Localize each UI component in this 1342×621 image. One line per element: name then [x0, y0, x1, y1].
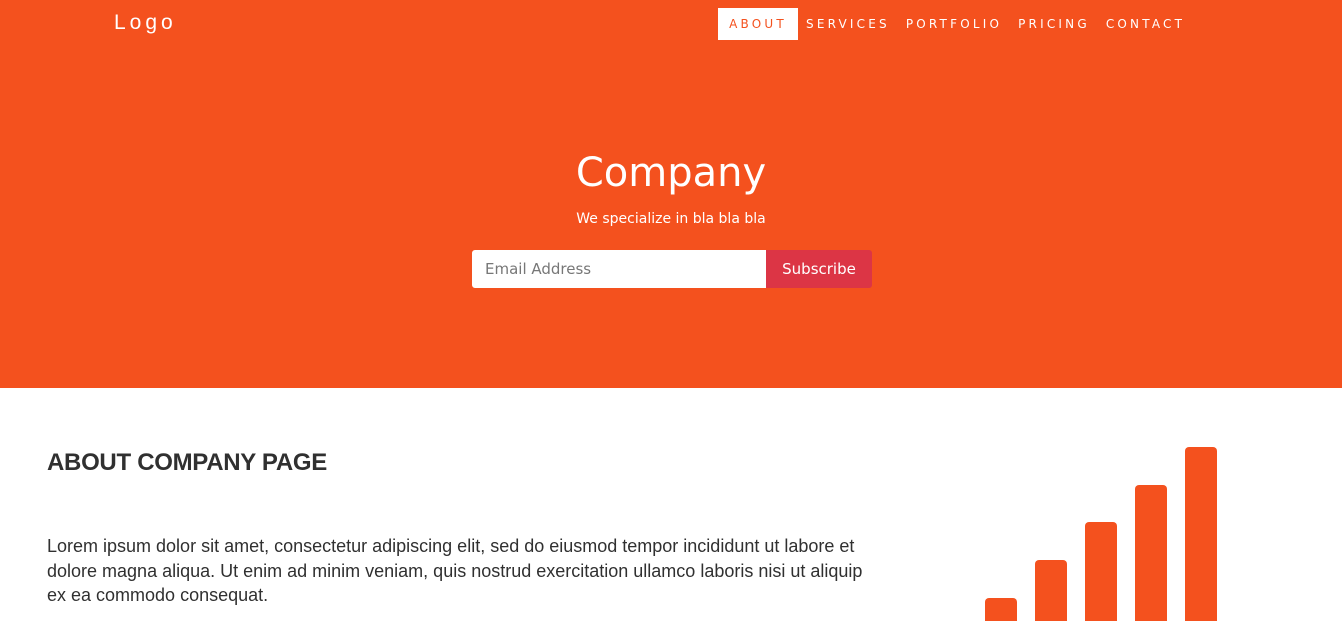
hero-banner: Logo ABOUT SERVICES PORTFOLIO PRICING CO… [0, 0, 1342, 388]
nav-pricing[interactable]: PRICING [1010, 8, 1098, 40]
email-input[interactable] [472, 250, 766, 288]
signal-bar-3 [1085, 522, 1117, 621]
signal-bar-2 [1035, 560, 1067, 621]
nav-portfolio[interactable]: PORTFOLIO [898, 8, 1010, 40]
subscribe-form: Subscribe [472, 250, 872, 288]
signal-bar-5 [1185, 447, 1217, 621]
main-nav: ABOUT SERVICES PORTFOLIO PRICING CONTACT [718, 8, 1193, 40]
signal-bar-4 [1135, 485, 1167, 621]
signal-bar-1 [985, 598, 1017, 621]
nav-services[interactable]: SERVICES [798, 8, 898, 40]
nav-contact[interactable]: CONTACT [1098, 8, 1193, 40]
subscribe-button[interactable]: Subscribe [766, 250, 872, 288]
hero-tagline: We specialize in bla bla bla [576, 211, 766, 227]
hero-title: Company [575, 150, 767, 196]
about-heading: ABOUT COMPANY PAGE [47, 449, 327, 476]
about-text: Lorem ipsum dolor sit amet, consectetur … [47, 536, 863, 605]
nav-about[interactable]: ABOUT [718, 8, 798, 40]
logo[interactable]: Logo [114, 11, 177, 35]
